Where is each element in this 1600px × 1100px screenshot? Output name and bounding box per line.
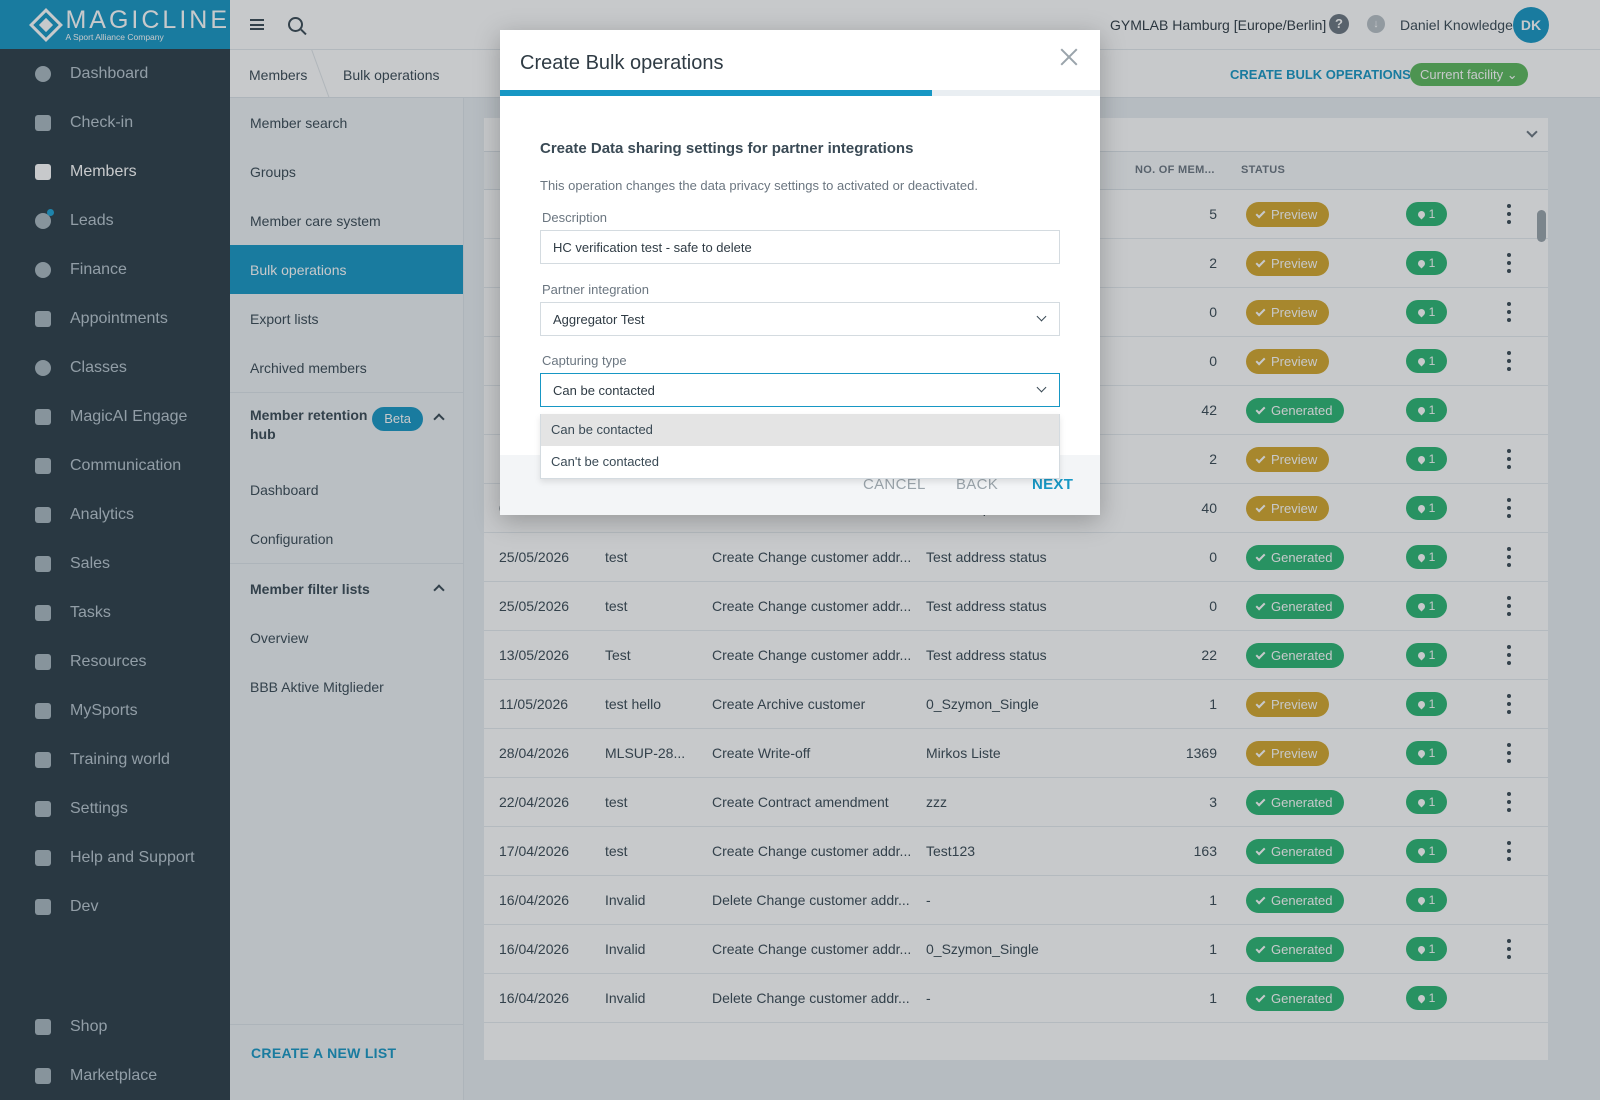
step-description: This operation changes the data privacy …	[540, 178, 978, 193]
chevron-down-icon	[1036, 382, 1047, 393]
capturing-type-select[interactable]: Can be contacted	[540, 373, 1060, 407]
partner-integration-value: Aggregator Test	[553, 312, 645, 327]
partner-integration-select[interactable]: Aggregator Test	[540, 302, 1060, 336]
chevron-down-icon	[1036, 311, 1047, 322]
progress-fill	[500, 90, 932, 96]
capturing-type-value: Can be contacted	[553, 383, 655, 398]
dialog-title: Create Bulk operations	[520, 52, 724, 74]
partner-integration-label: Partner integration	[542, 282, 649, 297]
close-icon[interactable]	[1058, 46, 1080, 68]
description-input[interactable]: HC verification test - safe to delete	[540, 230, 1060, 264]
option-cant-be-contacted[interactable]: Can't be contacted	[541, 446, 1059, 478]
description-label: Description	[542, 210, 608, 225]
capturing-type-options: Can be contacted Can't be contacted	[540, 414, 1060, 479]
option-can-be-contacted[interactable]: Can be contacted	[541, 414, 1059, 446]
step-title: Create Data sharing settings for partner…	[540, 140, 914, 157]
description-value: HC verification test - safe to delete	[553, 240, 752, 255]
wizard-progress-bar	[500, 90, 1100, 96]
capturing-type-label: Capturing type	[542, 353, 627, 368]
